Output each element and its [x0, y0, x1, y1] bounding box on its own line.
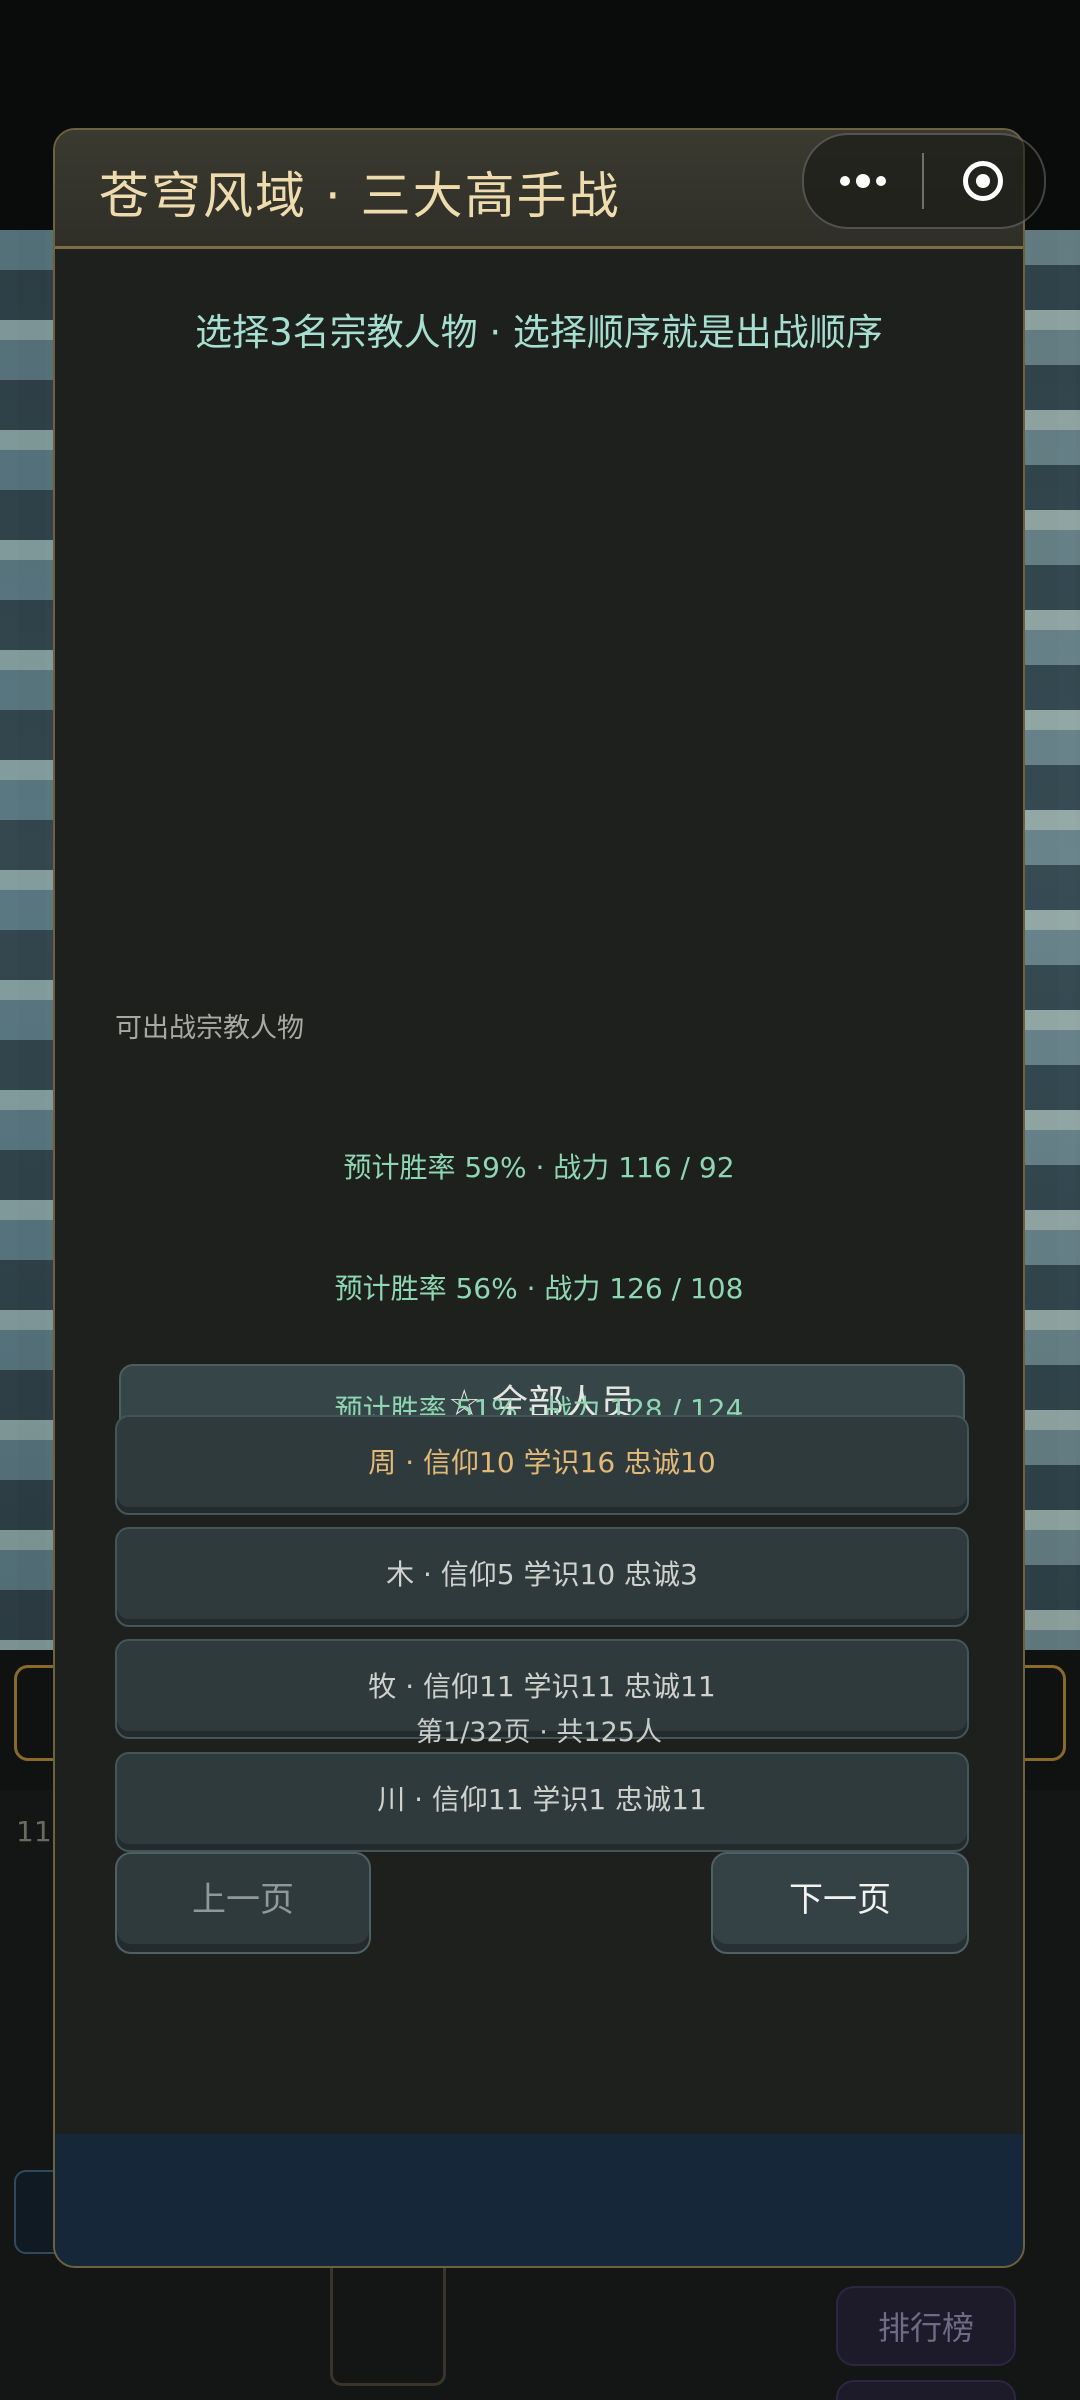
screen: 116 排行榜 苍穹风域 · 三大高手战 选择3名宗教人物 · 选择顺序就是出战… [0, 0, 1080, 2400]
character-item-chuan[interactable]: 川 · 信仰11 学识1 忠诚11 [115, 1752, 969, 1852]
next-page-button[interactable]: 下一页 [711, 1852, 969, 1954]
win-rate-2: 预计胜率 56% · 战力 126 / 108 [334, 1272, 744, 1305]
modal-title: 苍穹风域 · 三大高手战 [99, 167, 621, 225]
leaderboard-button[interactable]: 排行榜 [836, 2286, 1016, 2366]
background-button-lower [836, 2380, 1016, 2400]
miniprogram-capsule [802, 133, 1046, 229]
more-icon[interactable] [804, 135, 922, 227]
close-miniprogram-icon[interactable] [924, 135, 1042, 227]
background-building-left [0, 230, 55, 1650]
prev-page-button[interactable]: 上一页 [115, 1852, 371, 1954]
character-item-zhou[interactable]: 周 · 信仰10 学识16 忠诚10 [115, 1415, 969, 1515]
team-select-modal: 苍穹风域 · 三大高手战 选择3名宗教人物 · 选择顺序就是出战顺序 可出战宗教… [53, 128, 1025, 2268]
win-rate-1: 预计胜率 59% · 战力 116 / 92 [343, 1151, 735, 1184]
section-label: 可出战宗教人物 [115, 1013, 304, 1044]
modal-footer [55, 2134, 1023, 2266]
modal-subtitle: 选择3名宗教人物 · 选择顺序就是出战顺序 [195, 311, 883, 354]
character-item-mu[interactable]: 木 · 信仰5 学识10 忠诚3 [115, 1527, 969, 1627]
background-building-right [1020, 230, 1080, 1650]
background-tall-card [330, 2250, 446, 2386]
page-info: 第1/32页 · 共125人 [416, 1717, 662, 1748]
